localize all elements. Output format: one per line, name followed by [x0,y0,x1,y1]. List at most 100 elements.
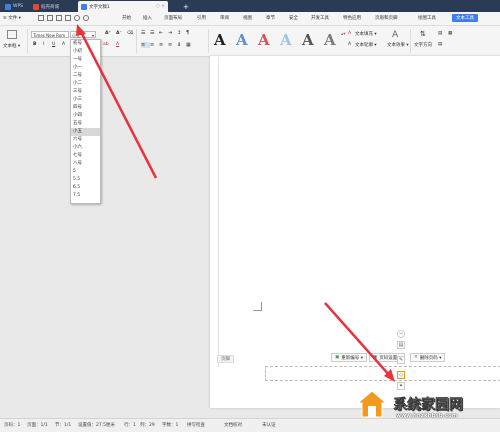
italic-icon[interactable]: I [43,42,44,47]
text-effect-button[interactable]: 文本效果 ▾ [387,42,409,48]
show-marks-icon[interactable]: ¶ [186,30,195,36]
pen-icon[interactable]: ✎ [397,356,405,364]
font-size-option[interactable]: 6.5 [71,184,100,192]
text-direction-button[interactable]: 文字方向 [414,42,432,48]
save-icon[interactable] [38,15,44,21]
font-size-option[interactable]: 七号 [71,152,100,160]
preview-icon[interactable] [65,15,71,21]
font-size-option[interactable]: 三号 [71,88,100,96]
undo-icon[interactable] [74,15,80,21]
font-size-option[interactable]: 小一 [71,64,100,72]
numbered-list-icon[interactable]: ☰ [150,30,159,36]
font-size-option[interactable]: 小三 [71,96,100,104]
menu-security[interactable]: 安全 [289,15,298,21]
font-size-option[interactable]: 5.5 [71,176,100,184]
font-size-option[interactable]: 初号 [71,40,100,48]
delete-page-number-button[interactable]: ✕ 删除页码 ▾ [410,353,446,362]
menu-references[interactable]: 引用 [197,15,206,21]
text-effect-icon[interactable]: A [392,30,398,40]
sort-icon[interactable]: ↕ [177,30,186,36]
align-left-icon[interactable]: ≡ [141,42,150,48]
print-icon[interactable] [56,15,62,21]
tab-wps-home[interactable]: WPS [2,1,26,12]
textbox-icon[interactable] [7,30,17,39]
align-center-icon[interactable]: ≡ [150,42,159,48]
menu-review[interactable]: 审阅 [220,15,229,21]
wordart-style-1[interactable]: A [214,31,226,49]
font-size-option[interactable]: 六号 [71,136,100,144]
menu-page-layout[interactable]: 页面布局 [164,15,182,21]
font-size-option[interactable]: 八号 [71,160,100,168]
menu-home[interactable]: 开始 [122,15,131,21]
font-size-option[interactable]: 四号 [71,104,100,112]
text-fill-icon[interactable]: A [348,31,351,36]
font-size-select[interactable]: 小五 ▾ [70,31,96,38]
font-size-option[interactable]: 小六 [71,144,100,152]
indent-decrease-icon[interactable]: ⇤ [159,30,168,36]
wrap-text-icon[interactable]: ▤ [438,42,442,47]
text-outline-icon[interactable]: A [348,42,351,47]
bullet-list-icon[interactable]: ☰ [141,30,150,36]
footer-area[interactable] [265,366,500,381]
font-size-option[interactable]: 5 [71,168,100,176]
underline-icon[interactable]: U [52,42,55,47]
strikethrough-icon[interactable]: A [62,42,65,47]
font-size-option[interactable]: 二号 [71,72,100,80]
text-direction-icon[interactable]: ⇅ [420,30,426,38]
open-icon[interactable] [47,15,53,21]
wordart-style-6[interactable]: A [324,31,336,49]
file-menu[interactable]: ≡ 文件 ▾ [3,15,21,21]
align-text-icon[interactable]: ▤ [438,31,442,36]
font-size-option[interactable]: 五号 [71,120,100,128]
spell-check-button[interactable]: 拼写检查 [187,422,205,428]
more-tools-icon[interactable]: ▦ [448,31,452,36]
text-outline-button[interactable]: 文本轮廓 ▾ [355,42,377,48]
wordart-style-2[interactable]: A [236,31,248,49]
highlight-icon[interactable]: ab [103,42,109,47]
clear-format-icon[interactable]: ⌫ [127,31,133,36]
line-spacing-icon[interactable]: ↨ [177,42,186,48]
redo-icon[interactable] [83,15,89,21]
shape-icon[interactable]: ◇ [397,371,405,379]
close-icon[interactable]: ○ × [156,4,165,9]
renumber-button[interactable]: ▣ 重新编号 ▾ [331,353,367,362]
justify-icon[interactable]: ≡ [168,42,177,48]
text-fill-button[interactable]: 文本填充 ▾ [355,31,377,37]
bold-icon[interactable]: B [33,42,36,47]
font-size-option[interactable]: 小初 [71,48,100,56]
font-color-icon[interactable]: A [116,42,119,47]
menu-header-footer[interactable]: 页眉和页脚 [375,15,398,21]
wordart-scroll-icon[interactable]: ▴▾ [341,32,346,37]
font-name-select[interactable]: Times New Rom [31,31,69,38]
sparkle-icon[interactable]: ✦ [397,382,405,390]
font-size-option[interactable]: 小四 [71,112,100,120]
shrink-font-icon[interactable]: A⁻ [116,31,122,36]
menu-drawing-tools[interactable]: 绘图工具 [418,15,436,21]
align-right-icon[interactable]: ≡ [159,42,168,48]
font-size-option[interactable]: 7.5 [71,192,100,200]
wordart-style-5[interactable]: A [302,31,314,49]
font-size-option[interactable]: 小二 [71,80,100,88]
wordart-style-3[interactable]: A [258,31,270,49]
wordart-style-4[interactable]: A [280,31,292,49]
indent-increase-icon[interactable]: ⇥ [168,30,177,36]
menu-insert[interactable]: 插入 [143,15,152,21]
proofread-button[interactable]: 文档校对 [224,422,242,428]
add-tab-button[interactable]: + [180,1,192,12]
font-size-option[interactable]: 一号 [71,56,100,64]
menu-text-tools[interactable]: 文本工具 [452,14,478,22]
certification-status[interactable]: 未认证 [262,422,276,428]
border-icon[interactable]: ▦ [186,42,195,48]
tab-document[interactable]: 文字文稿1 ○ × [78,1,168,12]
font-size-option-selected[interactable]: 小五 [71,128,100,136]
grow-font-icon[interactable]: A⁺ [105,31,111,36]
menu-features[interactable]: 特色应用 [343,15,361,21]
menu-chapter[interactable]: 章节 [266,15,275,21]
menu-view[interactable]: 视图 [243,15,252,21]
menu-developer[interactable]: 开发工具 [311,15,329,21]
format-icon[interactable]: ▤ [397,341,405,349]
tab-docer-store[interactable]: 稻壳商城 [30,1,62,12]
collapse-icon[interactable]: − [397,330,405,338]
textbox-button[interactable]: 文本框 ▾ [3,43,20,49]
page-body[interactable] [218,57,500,367]
